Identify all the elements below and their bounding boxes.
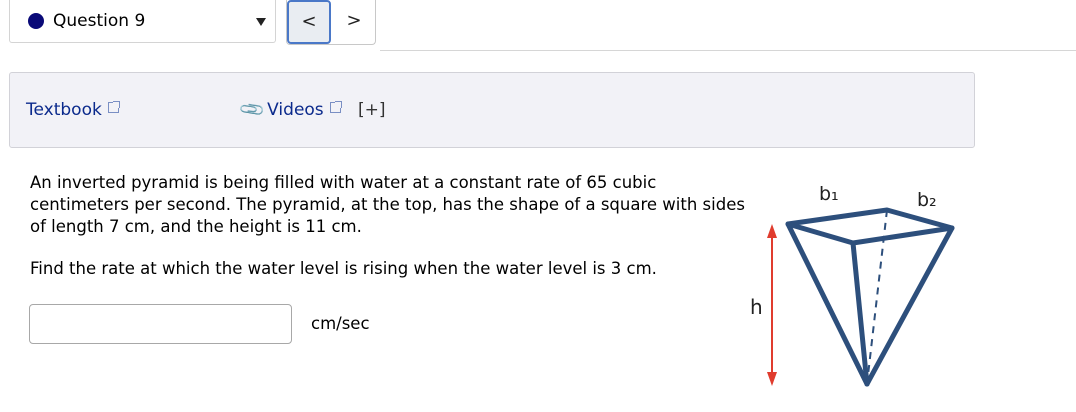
header-divider: [380, 50, 1076, 51]
question-paragraph: An inverted pyramid is being filled with…: [30, 173, 745, 236]
paperclip-icon: 📎: [238, 95, 268, 125]
videos-link[interactable]: 📎Videos: [238, 96, 342, 124]
videos-link-label: Videos: [267, 100, 324, 120]
height-label: h: [750, 295, 763, 319]
textbook-link-label: Textbook: [26, 100, 102, 120]
answer-input[interactable]: [29, 304, 292, 344]
question-status-dot: [28, 13, 44, 29]
question-text: An inverted pyramid is being filled with…: [30, 172, 750, 300]
question-prompt: Find the rate at which the water level i…: [30, 259, 657, 278]
next-question-button[interactable]: >: [332, 0, 376, 44]
question-selector[interactable]: Question 9: [9, 0, 276, 43]
base-label-b1: b₁: [819, 183, 839, 205]
resources-panel: Textbook 📎Videos [+]: [9, 72, 975, 148]
textbook-link[interactable]: Textbook: [26, 100, 120, 120]
inverted-pyramid-figure: h b₁ b₂: [750, 183, 955, 387]
answer-unit: cm/sec: [311, 314, 370, 333]
question-label: Question 9: [53, 11, 146, 31]
question-nav-group: < >: [286, 0, 376, 45]
pyramid-base: [785, 207, 955, 246]
height-arrow: [767, 224, 777, 386]
pyramid-edge-right: [864, 225, 955, 387]
previous-question-button[interactable]: <: [287, 0, 331, 44]
base-label-b2: b₂: [917, 189, 937, 211]
external-link-icon: [107, 101, 120, 113]
expand-resources-button[interactable]: [+]: [358, 100, 386, 120]
external-link-icon: [329, 101, 342, 113]
dropdown-caret-icon: [256, 18, 266, 26]
